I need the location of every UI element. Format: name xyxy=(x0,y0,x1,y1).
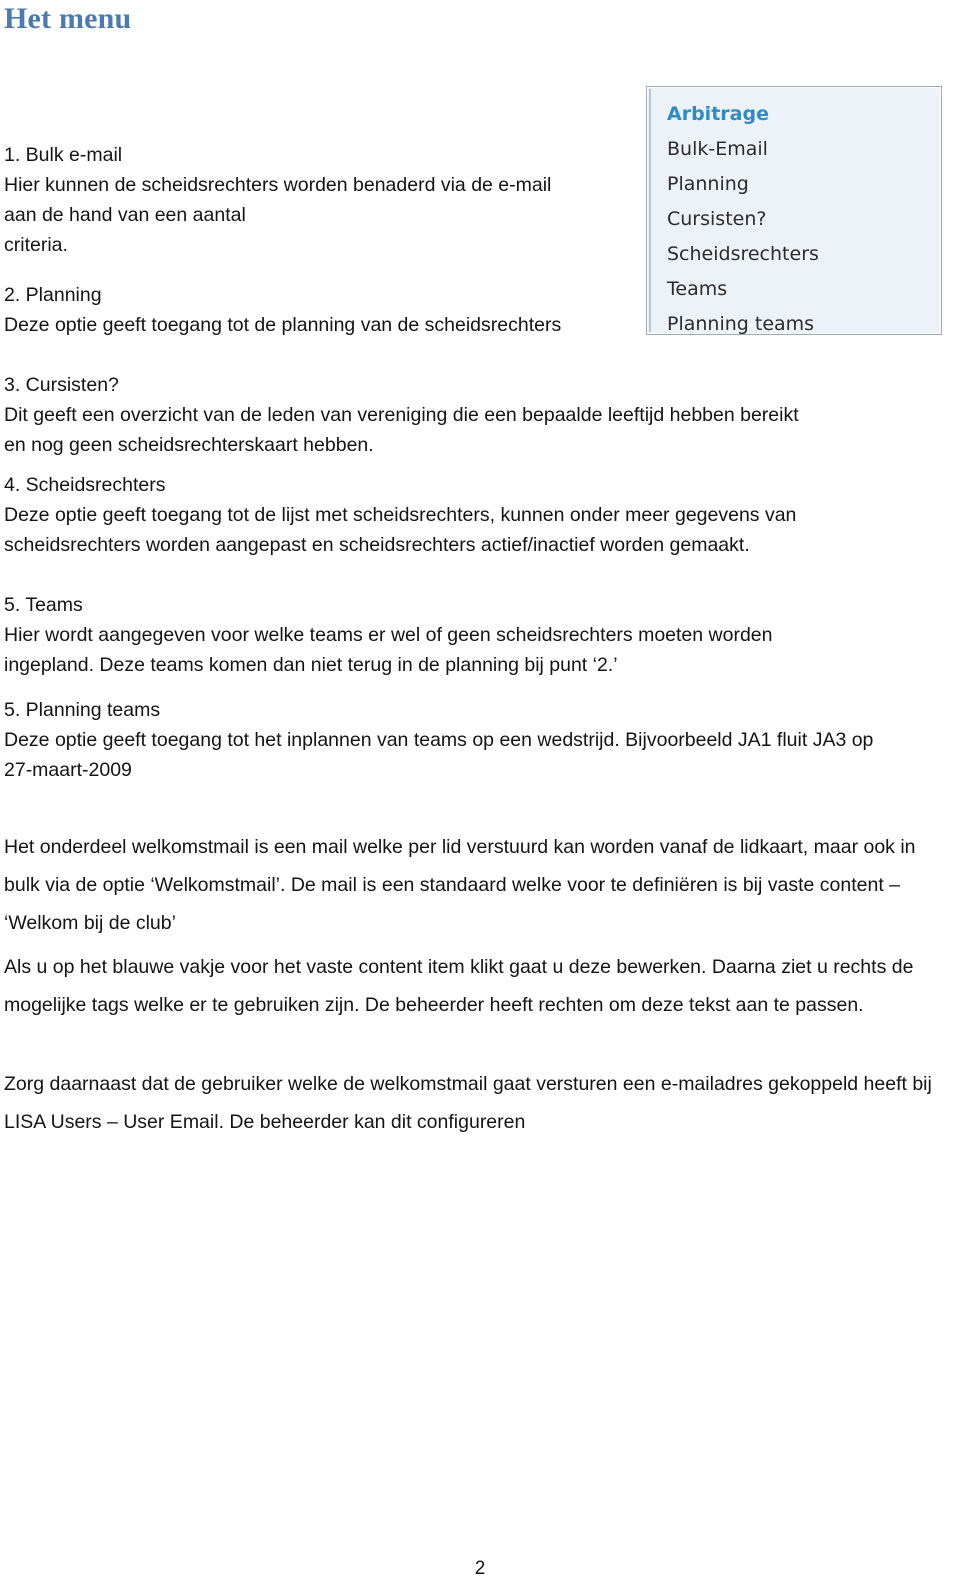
menu-item-planning: Planning xyxy=(667,173,749,195)
section-cursisten: 3. Cursisten? Dit geeft een overzicht va… xyxy=(4,370,884,460)
paragraph-lisa-users: Zorg daarnaast dat de gebruiker welke de… xyxy=(4,1065,954,1141)
section-line: Deze optie geeft toegang tot de lijst me… xyxy=(4,504,797,526)
section-line: Dit geeft een overzicht van de leden van… xyxy=(4,404,799,426)
menu-item-arbitrage: Arbitrage xyxy=(667,103,769,125)
section-heading: 5. Teams xyxy=(4,594,83,616)
paragraph-blauwe-vakje: Als u op het blauwe vakje voor het vaste… xyxy=(4,948,954,1024)
paragraph-welkomstmail-intro: Het onderdeel welkomstmail is een mail w… xyxy=(4,828,954,942)
section-heading: 4. Scheidsrechters xyxy=(4,474,166,496)
section-line: Deze optie geeft toegang tot de planning… xyxy=(4,314,562,336)
menu-item-teams: Teams xyxy=(667,278,728,300)
section-line: Hier wordt aangegeven voor welke teams e… xyxy=(4,624,773,646)
section-line: en nog geen scheidsrechterskaart hebben. xyxy=(4,434,374,456)
section-teams: 5. Teams Hier wordt aangegeven voor welk… xyxy=(4,590,884,680)
section-scheidsrechters: 4. Scheidsrechters Deze optie geeft toeg… xyxy=(4,470,884,560)
menu-item-bulk-email: Bulk-Email xyxy=(667,138,768,160)
section-heading: 1. Bulk e-mail xyxy=(4,144,123,166)
section-line: Deze optie geeft toegang tot het inplann… xyxy=(4,729,874,751)
section-planning: 2. Planning Deze optie geeft toegang tot… xyxy=(4,280,604,340)
menu-item-planning-teams: Planning teams xyxy=(667,313,815,335)
arbitrage-menu-screenshot: Arbitrage Bulk-Email Planning Cursisten?… xyxy=(646,86,942,335)
section-line: scheidsrechters worden aangepast en sche… xyxy=(4,534,750,556)
section-line: Hier kunnen de scheidsrechters worden be… xyxy=(4,174,552,196)
document-page: Het menu Arbitrage Bulk-Email Planning C… xyxy=(0,0,960,1594)
section-heading: 3. Cursisten? xyxy=(4,374,119,396)
arbitrage-menu-list: Arbitrage Bulk-Email Planning Cursisten?… xyxy=(649,89,939,335)
section-planning-teams: 5. Planning teams Deze optie geeft toega… xyxy=(4,695,954,785)
paragraph-text: Zorg daarnaast dat de gebruiker welke de… xyxy=(4,1073,932,1133)
section-line: aan de hand van een aantal xyxy=(4,204,246,226)
menu-item-cursisten: Cursisten? xyxy=(667,208,767,230)
section-line: 27-maart-2009 xyxy=(4,759,132,781)
paragraph-text: Als u op het blauwe vakje voor het vaste… xyxy=(4,956,914,1016)
menu-item-scheidsrechters: Scheidsrechters xyxy=(667,243,819,265)
section-line: criteria. xyxy=(4,234,68,256)
section-line: ingepland. Deze teams komen dan niet ter… xyxy=(4,654,618,676)
section-heading: 2. Planning xyxy=(4,284,102,306)
page-title: Het menu xyxy=(4,2,132,35)
paragraph-text: Het onderdeel welkomstmail is een mail w… xyxy=(4,836,916,934)
page-number: 2 xyxy=(474,1558,486,1579)
section-heading: 5. Planning teams xyxy=(4,699,161,721)
section-bulk-email: 1. Bulk e-mail Hier kunnen de scheidsrec… xyxy=(4,140,604,260)
